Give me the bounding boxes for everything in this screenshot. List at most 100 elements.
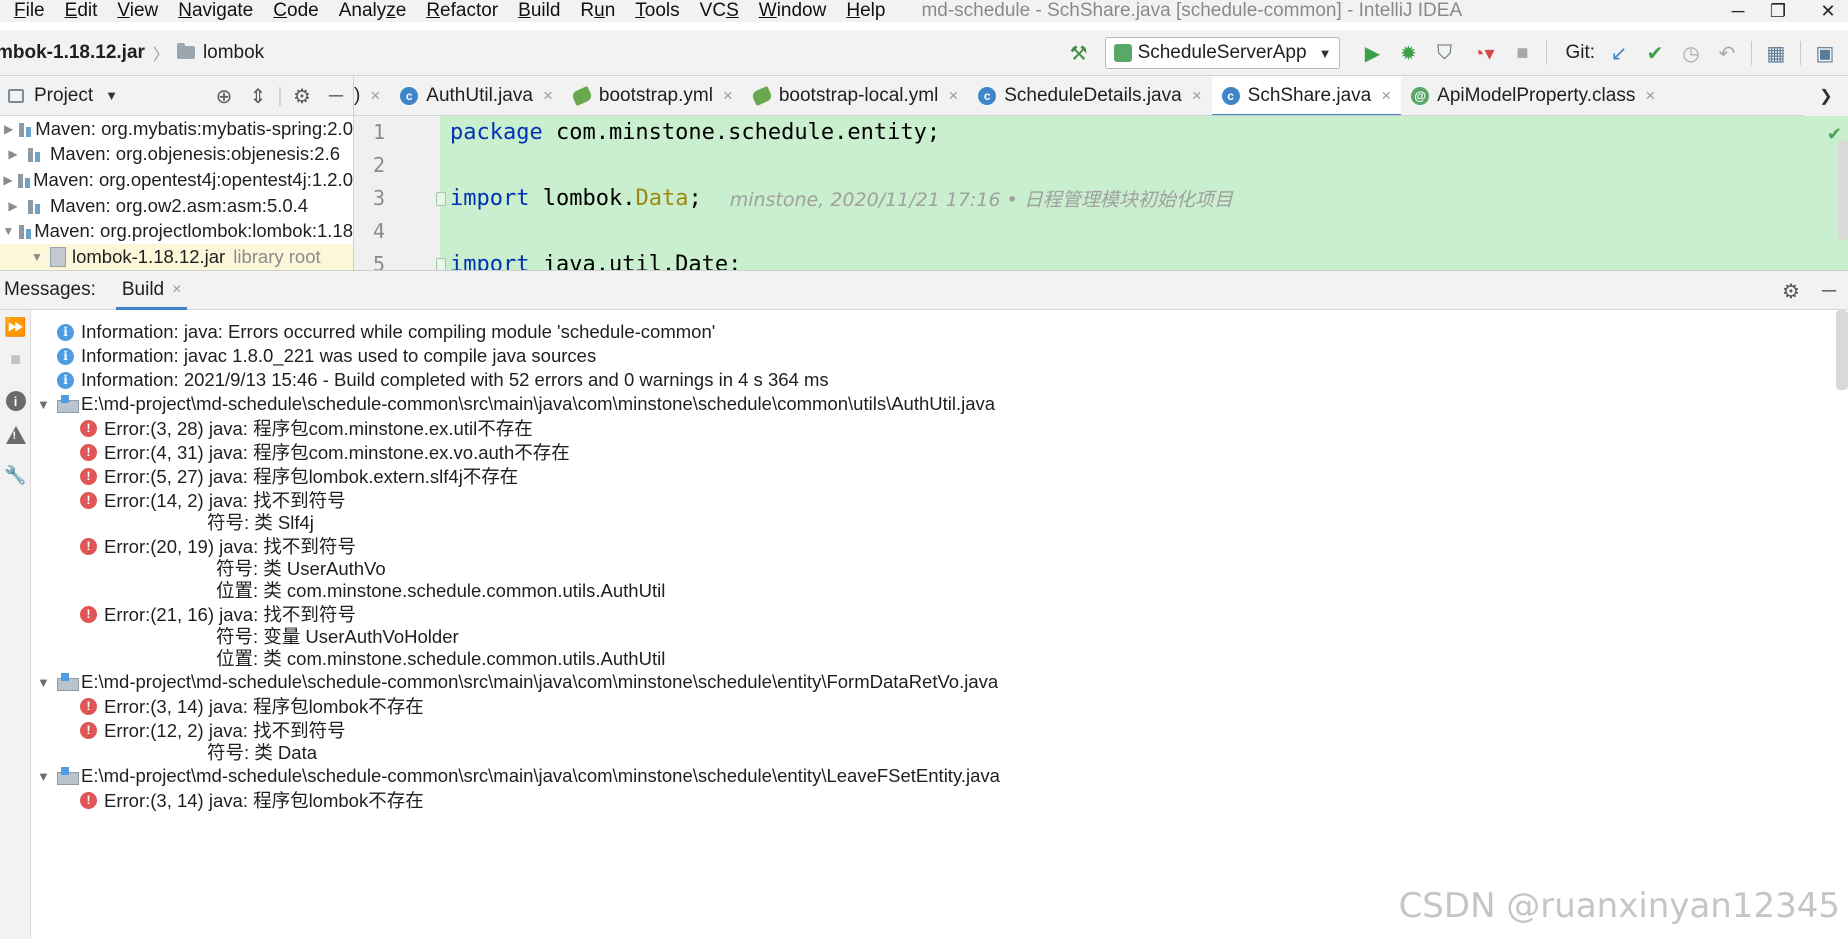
code-line[interactable]: import java.util.Date; <box>440 248 1848 270</box>
editor-tab[interactable]: c ScheduleDetails.java × <box>968 76 1211 115</box>
error-message-row[interactable]: ! Error:(3, 28) java: 程序包com.minstone.ex.… <box>31 416 1831 440</box>
tree-item[interactable]: ▶ Maven: org.mybatis:mybatis-spring:2.0 <box>0 116 353 142</box>
menu-navigate[interactable]: Navigate <box>166 0 261 22</box>
presentation-icon[interactable]: ▣ <box>1810 38 1840 68</box>
chevron-down-icon[interactable]: ▼ <box>37 675 50 690</box>
chevron-down-icon[interactable]: ❯ <box>1804 76 1848 116</box>
error-message-row[interactable]: ! Error:(4, 31) java: 程序包com.minstone.ex.… <box>31 440 1831 464</box>
tree-item[interactable]: ▼ Maven: org.projectlombok:lombok:1.18 <box>0 218 353 244</box>
chevron-down-icon[interactable]: ▼ <box>24 250 50 264</box>
run-configuration-select[interactable]: ScheduleServerApp ▼ <box>1104 37 1341 69</box>
spring-boot-icon <box>1113 44 1132 62</box>
hide-icon[interactable]: ─ <box>319 85 353 108</box>
chevron-right-icon[interactable]: ▶ <box>0 199 26 213</box>
tree-item[interactable]: ▶ Maven: org.ow2.asm:asm:5.0.4 <box>0 193 353 219</box>
java-file-icon <box>57 395 79 413</box>
project-structure-icon[interactable]: ▦ <box>1761 38 1791 68</box>
chevron-right-icon[interactable]: ▶ <box>0 122 17 136</box>
minimize-icon[interactable]: ─ <box>1718 0 1758 22</box>
messages-scrollbar[interactable] <box>1836 310 1848 390</box>
build-hammer-icon[interactable]: ⚒ <box>1064 38 1094 68</box>
warning-filter-icon[interactable]: ! <box>0 420 31 450</box>
editor-tab[interactable]: c SchShare.java × <box>1211 76 1402 115</box>
editor-tab[interactable]: c AuthUtil.java × <box>390 76 563 115</box>
collapse-all-icon[interactable]: ⇕ <box>241 84 275 109</box>
error-message-row[interactable]: ! Error:(5, 27) java: 程序包lombok.extern.sl… <box>31 464 1831 488</box>
vcs-history-icon[interactable]: ◷ <box>1676 38 1706 68</box>
breadcrumb-jar[interactable]: mbok-1.18.12.jar <box>0 42 145 64</box>
fold-marker-icon[interactable] <box>436 258 446 270</box>
gear-icon[interactable]: ⚙ <box>1772 279 1810 304</box>
wrench-icon[interactable]: 🔧 <box>0 460 31 490</box>
close-icon[interactable]: × <box>370 86 380 106</box>
restore-icon[interactable]: ❐ <box>1758 0 1798 22</box>
run-icon[interactable]: ▶ <box>1357 38 1387 68</box>
menu-code[interactable]: Code <box>261 0 326 22</box>
stop-icon[interactable]: ■ <box>0 344 31 374</box>
code-line[interactable]: import lombok.Data; minstone, 2020/11/21 … <box>440 182 1848 215</box>
chevron-down-icon[interactable]: ▼ <box>0 224 17 238</box>
close-icon[interactable]: × <box>1192 86 1202 106</box>
menu-file[interactable]: File <box>0 0 53 22</box>
menu-build[interactable]: Build <box>506 0 568 22</box>
editor-tab[interactable]: bootstrap.yml × <box>563 76 743 115</box>
gear-icon[interactable]: ⚙ <box>285 84 319 109</box>
error-message-row[interactable]: ! Error:(3, 14) java: 程序包lombok不存在 <box>31 694 1831 718</box>
tree-item-jar[interactable]: ▼ lombok-1.18.12.jar library root <box>0 243 353 270</box>
menu-analyze[interactable]: Analyze <box>327 0 415 22</box>
profile-icon[interactable]: ◔▾ <box>1465 38 1501 68</box>
code-line[interactable] <box>440 215 1848 248</box>
close-icon[interactable]: × <box>172 281 181 299</box>
vcs-commit-icon[interactable]: ✔ <box>1640 38 1670 68</box>
menu-view[interactable]: View <box>105 0 166 22</box>
info-message-row[interactable]: i Information: java: Errors occurred whil… <box>31 320 1831 344</box>
code-line[interactable] <box>440 149 1848 182</box>
menu-edit[interactable]: Edit <box>53 0 106 22</box>
close-icon[interactable]: × <box>1645 86 1655 106</box>
chevron-right-icon[interactable]: ▶ <box>0 147 26 161</box>
info-message-row[interactable]: i Information: 2021/9/13 15:46 - Build co… <box>31 368 1831 392</box>
menu-run[interactable]: Run <box>568 0 623 22</box>
file-message-row[interactable]: ▼ E:\md-project\md-schedule\schedule-comm… <box>31 764 1831 788</box>
vcs-rollback-icon[interactable]: ↶ <box>1712 38 1742 68</box>
stop-icon[interactable]: ■ <box>1507 38 1537 68</box>
fold-marker-icon[interactable] <box>436 192 446 206</box>
editor-scrollbar[interactable] <box>1838 140 1848 240</box>
file-message-row[interactable]: ▼ E:\md-project\md-schedule\schedule-comm… <box>31 670 1831 694</box>
file-message-row[interactable]: ▼ E:\md-project\md-schedule\schedule-comm… <box>31 392 1831 416</box>
breadcrumb-folder[interactable]: lombok <box>176 42 264 64</box>
editor-tab[interactable]: @ ApiModelProperty.class × <box>1401 76 1665 115</box>
menu-window[interactable]: Window <box>747 0 835 22</box>
locate-icon[interactable]: ⊕ <box>207 84 241 109</box>
line-number: 1 <box>372 120 386 144</box>
error-message-row[interactable]: ! Error:(3, 14) java: 程序包lombok不存在 <box>31 788 1831 812</box>
menu-help[interactable]: Help <box>834 0 893 22</box>
rerun-icon[interactable]: ⏩ <box>0 312 31 342</box>
menu-vcs[interactable]: VCS <box>688 0 747 22</box>
menu-refactor[interactable]: Refactor <box>414 0 506 22</box>
close-icon[interactable]: × <box>948 86 958 106</box>
project-panel-title[interactable]: Project <box>34 85 93 107</box>
vcs-update-icon[interactable]: ↙ <box>1604 38 1634 68</box>
editor-tab[interactable]: bootstrap-local.yml × <box>743 76 968 115</box>
close-icon[interactable]: × <box>723 86 733 106</box>
close-icon[interactable]: × <box>543 86 553 106</box>
chevron-down-icon[interactable]: ▼ <box>105 88 118 103</box>
tree-item[interactable]: ▶ Maven: org.opentest4j:opentest4j:1.2.0 <box>0 167 353 193</box>
tree-item[interactable]: ▶ Maven: org.objenesis:objenesis:2.6 <box>0 142 353 168</box>
chevron-down-icon[interactable]: ▼ <box>37 397 50 412</box>
chevron-down-icon[interactable]: ▼ <box>37 769 50 784</box>
info-filter-icon[interactable]: i <box>0 386 31 416</box>
code-line[interactable]: package com.minstone.schedule.entity; <box>440 116 1848 149</box>
hide-icon[interactable]: ─ <box>1810 280 1848 303</box>
code-editor[interactable]: package com.minstone.schedule.entity; imp… <box>440 116 1848 270</box>
chevron-right-icon[interactable]: ▶ <box>0 173 16 187</box>
editor-tab[interactable]: ) × <box>354 76 390 115</box>
debug-icon[interactable]: ✹ <box>1393 38 1423 68</box>
coverage-icon[interactable]: ⛉ <box>1429 38 1459 68</box>
close-window-icon[interactable]: ✕ <box>1808 0 1848 22</box>
close-icon[interactable]: × <box>1381 86 1391 106</box>
info-message-row[interactable]: i Information: javac 1.8.0_221 was used t… <box>31 344 1831 368</box>
tab-build[interactable]: Build × <box>115 270 188 310</box>
menu-tools[interactable]: Tools <box>623 0 687 22</box>
